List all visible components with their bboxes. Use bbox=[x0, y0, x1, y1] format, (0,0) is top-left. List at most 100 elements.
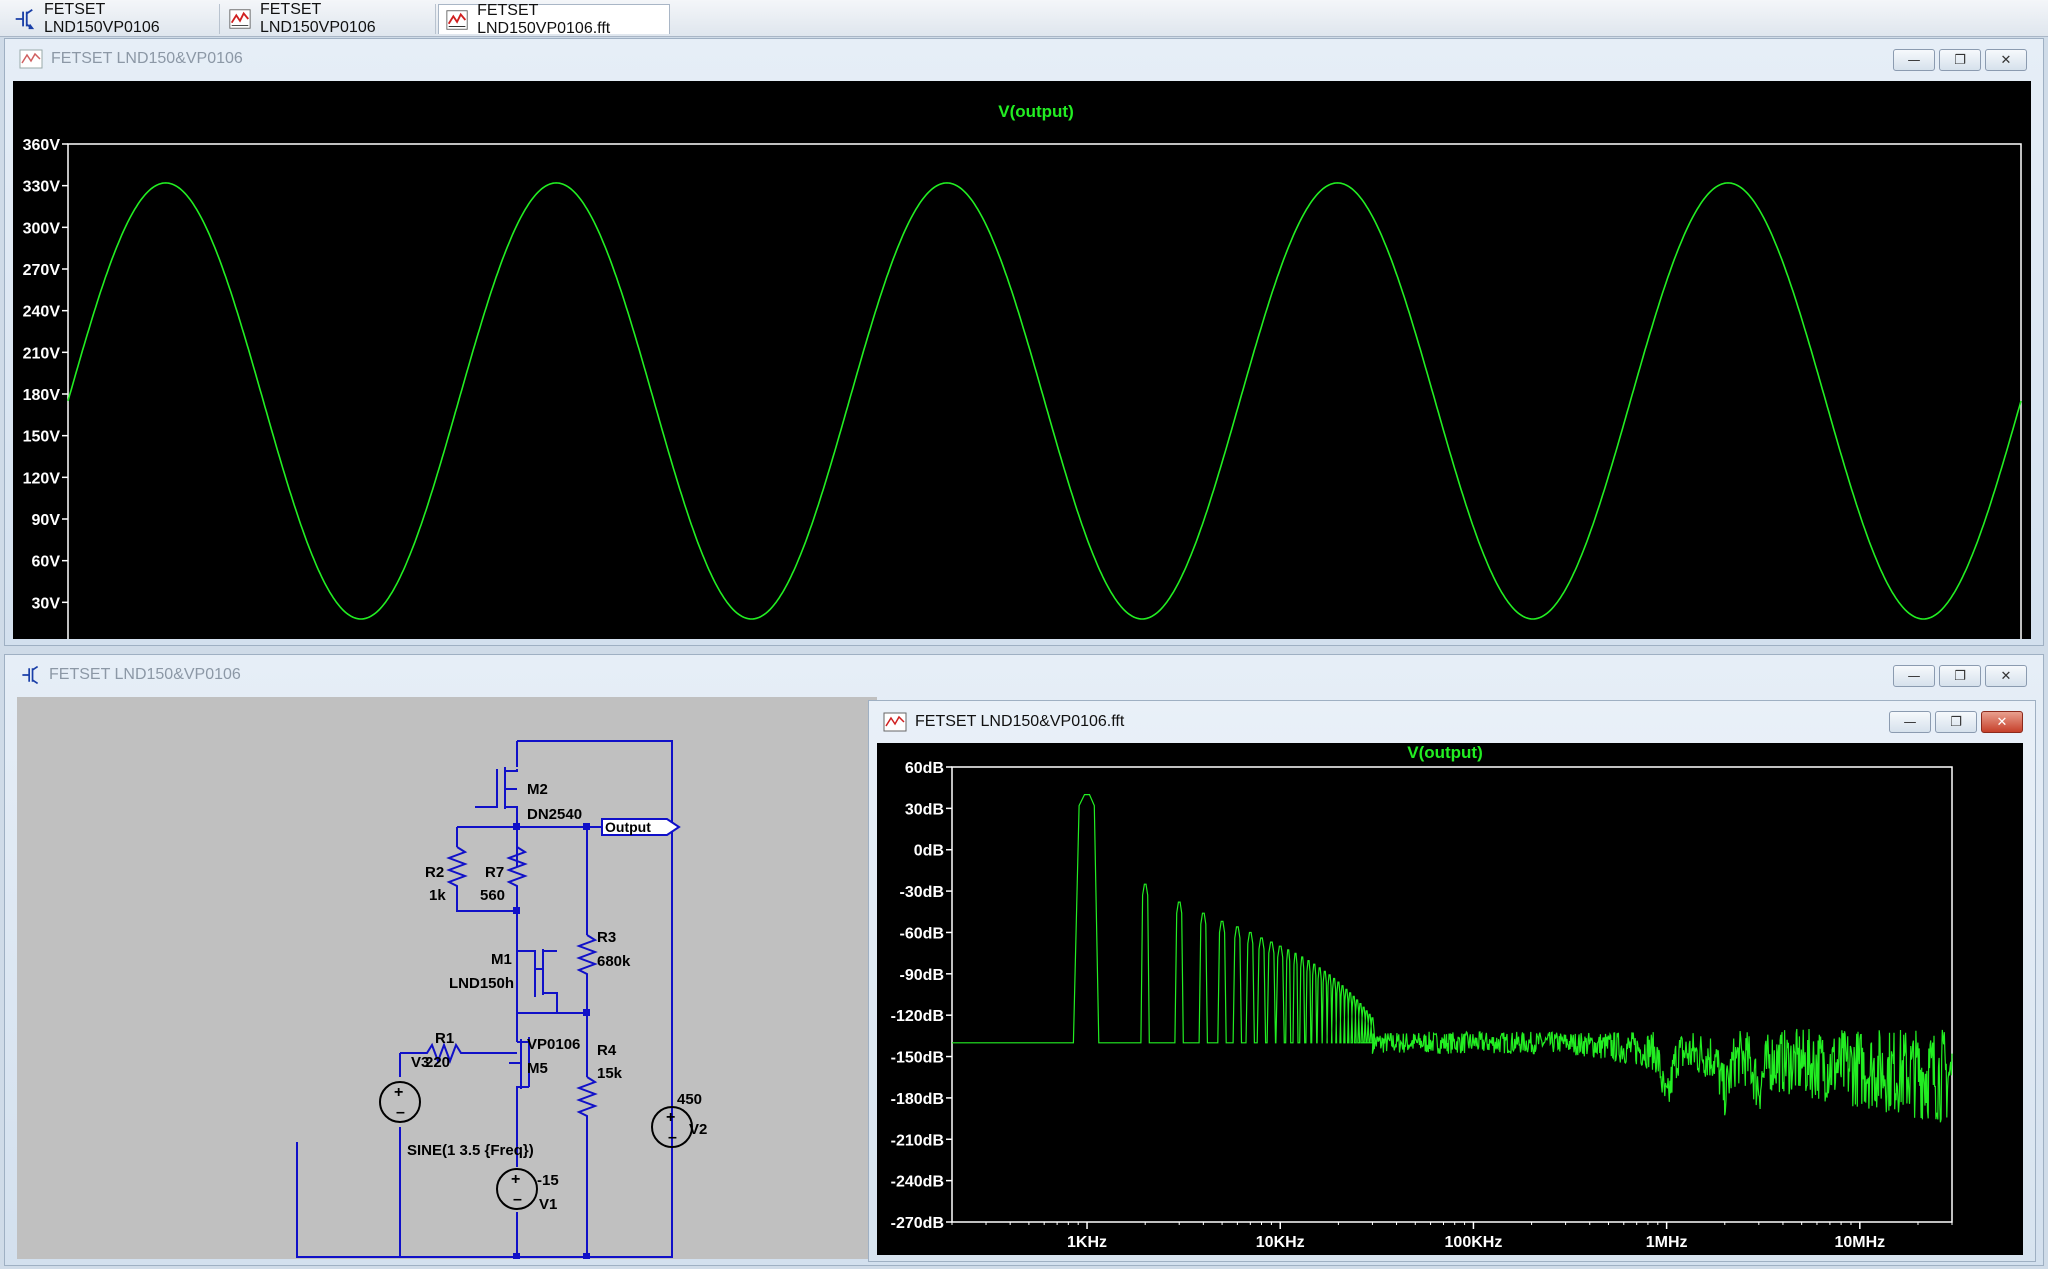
y-tick-label: 240V bbox=[23, 304, 61, 321]
y-tick-label: 180V bbox=[23, 387, 61, 404]
label-r7: R7 bbox=[485, 864, 504, 881]
close-button[interactable]: ✕ bbox=[1985, 49, 2027, 71]
y-tick-label: -30dB bbox=[900, 884, 944, 901]
window-title: FETSET LND150&VP0106 bbox=[51, 50, 243, 67]
fft-plot-window: FETSET LND150&VP0106.fft — ❐ ✕ V(output)… bbox=[868, 700, 2036, 1262]
y-tick-label: 120V bbox=[23, 470, 61, 487]
minimize-button[interactable]: — bbox=[1889, 711, 1931, 733]
label-r1: R1 bbox=[435, 1030, 454, 1047]
fft-plot-area[interactable]: V(output) 60dB 30dB 0dB -30dB -60dB -90dB -120… bbox=[877, 743, 2023, 1255]
y-tick-label: 0V bbox=[40, 637, 60, 639]
svg-text:+: + bbox=[511, 1171, 520, 1188]
window-controls: — ❐ ✕ bbox=[1893, 49, 2027, 71]
y-tick-label: 30V bbox=[32, 595, 61, 612]
x-tick-label: 10KHz bbox=[1256, 1234, 1305, 1251]
close-button[interactable]: ✕ bbox=[1985, 665, 2027, 687]
y-tick-label: 30dB bbox=[905, 801, 944, 818]
label-m2-model: DN2540 bbox=[527, 806, 582, 823]
label-v3: V3 bbox=[411, 1054, 429, 1071]
y-tick-label: 270V bbox=[23, 262, 61, 279]
label-r2: R2 bbox=[425, 864, 444, 881]
label-m1-model: LND150h bbox=[449, 975, 514, 992]
y-tick-label: -270dB bbox=[891, 1215, 944, 1232]
waveform-icon bbox=[19, 49, 43, 69]
plot-frame bbox=[951, 766, 1953, 1223]
y-tick-label: -150dB bbox=[891, 1050, 944, 1067]
y-tick-label: 210V bbox=[23, 345, 61, 362]
close-button[interactable]: ✕ bbox=[1981, 711, 2023, 733]
fft-chart: V(output) 60dB 30dB 0dB -30dB -60dB -90dB -120… bbox=[891, 743, 1953, 1251]
chart-title: V(output) bbox=[1407, 743, 1483, 762]
y-tick-label: -180dB bbox=[891, 1091, 944, 1108]
schematic-canvas[interactable]: + – + – + – M2 DN2540 Output R2 1k R7 56… bbox=[17, 697, 877, 1269]
window-title: FETSET LND150&VP0106 bbox=[49, 666, 241, 683]
document-tab-bar: FETSET LND150VP0106 FETSET LND150VP0106 … bbox=[0, 0, 2048, 37]
transient-chart: V(output) 360V 330V 300V 270V 240V 210V 180V 15… bbox=[23, 102, 2044, 672]
y-tick-label: 150V bbox=[23, 429, 61, 446]
y-tick-label: -120dB bbox=[891, 1008, 944, 1025]
minimize-button[interactable]: — bbox=[1893, 665, 1935, 687]
tab-fft-plot[interactable]: FETSET LND150VP0106.fft bbox=[438, 2, 670, 37]
minimize-button[interactable]: — bbox=[1893, 49, 1935, 71]
label-v1-value: -15 bbox=[537, 1172, 559, 1189]
label-v1: V1 bbox=[539, 1196, 557, 1213]
window-titlebar: FETSET LND150&VP0106 bbox=[5, 39, 2043, 79]
window-controls: — ❐ ✕ bbox=[1889, 711, 2023, 733]
transient-plot-area[interactable]: V(output) 360V 330V 300V 270V 240V 210V 180V 15… bbox=[13, 81, 2044, 672]
tab-label: FETSET LND150VP0106 bbox=[259, 1, 376, 36]
svg-text:–: – bbox=[513, 1191, 522, 1208]
svg-text:–: – bbox=[396, 1104, 405, 1121]
x-tick-label: 1MHz bbox=[1646, 1234, 1688, 1251]
tab-label: FETSET LND150VP0106.fft bbox=[477, 1, 611, 37]
window-titlebar: FETSET LND150&VP0106.fft bbox=[869, 701, 2035, 743]
y-tick-label: 300V bbox=[23, 220, 61, 237]
y-tick-label: -90dB bbox=[900, 967, 944, 984]
tab-schematic[interactable]: FETSET LND150VP0106 bbox=[6, 1, 220, 36]
svg-text:+: + bbox=[666, 1109, 675, 1126]
y-tick-label: 360V bbox=[23, 137, 61, 154]
label-source-spec: SINE(1 3.5 {Freq}) bbox=[407, 1142, 534, 1159]
label-r3: R3 bbox=[597, 929, 616, 946]
label-r4-value: 15k bbox=[597, 1065, 623, 1082]
y-tick-label: 0dB bbox=[914, 843, 944, 860]
series-line-voutput bbox=[67, 182, 2022, 620]
tab-label: FETSET LND150VP0106 bbox=[43, 1, 160, 36]
output-label: Output bbox=[605, 819, 651, 835]
waveform-icon bbox=[229, 9, 251, 29]
transient-plot-window: FETSET LND150&VP0106 — ❐ ✕ V(output) 360… bbox=[4, 38, 2044, 672]
plot-frame bbox=[67, 143, 2022, 645]
label-m5: M5 bbox=[527, 1060, 548, 1077]
schematic-icon bbox=[15, 9, 35, 30]
x-tick-label: 1KHz bbox=[1067, 1234, 1107, 1251]
y-tick-label: -240dB bbox=[891, 1174, 944, 1191]
y-tick-label: 60dB bbox=[905, 760, 944, 777]
schematic-icon bbox=[22, 665, 39, 685]
x-tick-label: 10MHz bbox=[1834, 1234, 1885, 1251]
restore-button[interactable]: ❐ bbox=[1939, 665, 1981, 687]
waveform-icon bbox=[446, 9, 468, 30]
label-r2-value: 1k bbox=[429, 887, 446, 904]
window-titlebar: FETSET LND150&VP0106 bbox=[5, 655, 2043, 695]
label-m1: M1 bbox=[491, 951, 512, 968]
y-tick-label: 90V bbox=[32, 512, 61, 529]
y-tick-label: 60V bbox=[32, 554, 61, 571]
restore-button[interactable]: ❐ bbox=[1935, 711, 1977, 733]
waveform-icon bbox=[883, 712, 907, 732]
window-controls: — ❐ ✕ bbox=[1893, 665, 2027, 687]
window-title: FETSET LND150&VP0106.fft bbox=[915, 713, 1125, 730]
tab-transient-plot[interactable]: FETSET LND150VP0106 bbox=[222, 1, 436, 36]
label-r4: R4 bbox=[597, 1042, 617, 1059]
label-v2: V2 bbox=[689, 1121, 707, 1138]
label-v2-value: 450 bbox=[677, 1091, 702, 1108]
circuit-diagram: + – + – + – M2 DN2540 Output R2 1k R7 560 R… bbox=[296, 740, 707, 1269]
y-tick-label: -210dB bbox=[891, 1132, 944, 1149]
label-r7-value: 560 bbox=[480, 887, 505, 904]
label-r3-value: 680k bbox=[597, 953, 631, 970]
svg-text:–: – bbox=[668, 1129, 677, 1146]
x-tick-label: 100KHz bbox=[1445, 1234, 1503, 1251]
series-line-voutput-fft bbox=[952, 794, 1953, 1123]
svg-text:+: + bbox=[394, 1084, 403, 1101]
restore-button[interactable]: ❐ bbox=[1939, 49, 1981, 71]
chart-title: V(output) bbox=[998, 102, 1074, 121]
label-m2: M2 bbox=[527, 781, 548, 798]
